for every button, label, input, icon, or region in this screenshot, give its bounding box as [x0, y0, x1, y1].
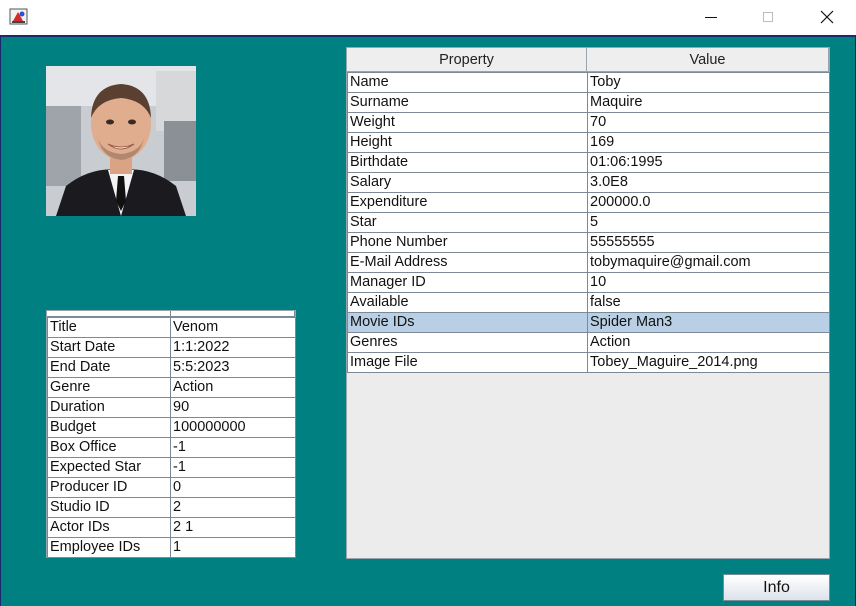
row-value-cell[interactable]: Action	[587, 332, 830, 353]
row-value-cell[interactable]: 1	[170, 537, 296, 558]
table-row[interactable]: Name Toby	[347, 72, 830, 93]
table-row[interactable]: Star 5	[347, 212, 830, 233]
table-row[interactable]: Employee IDs 1	[47, 537, 296, 558]
table-row[interactable]: Phone Number 55555555	[347, 232, 830, 253]
row-value-cell[interactable]: 100000000	[170, 417, 296, 438]
column-header-property[interactable]: Property	[347, 48, 587, 72]
table-row[interactable]: Birthdate 01:06:1995	[347, 152, 830, 173]
row-value-cell[interactable]: false	[587, 292, 830, 313]
table-row[interactable]: Start Date 1:1:2022	[47, 337, 296, 358]
row-key-cell[interactable]: Actor IDs	[47, 517, 171, 538]
movie-table-grid: Title Venom Start Date 1:1:2022 End Date 5:5:…	[47, 317, 296, 558]
row-key-cell[interactable]: Producer ID	[47, 477, 171, 498]
row-key-cell[interactable]: Surname	[347, 92, 588, 113]
row-value-cell[interactable]: Toby	[587, 72, 830, 93]
row-key-cell[interactable]: Name	[347, 72, 588, 93]
row-value-cell[interactable]: 70	[587, 112, 830, 133]
actor-photo	[46, 66, 196, 216]
table-row[interactable]: Surname Maquire	[347, 92, 830, 113]
table-row[interactable]: Manager ID 10	[347, 272, 830, 293]
person-table[interactable]: Property Value Name Toby Surname Maquire Wei…	[346, 47, 830, 559]
row-key-cell[interactable]: Genres	[347, 332, 588, 353]
row-value-cell[interactable]: 2 1	[170, 517, 296, 538]
row-value-cell[interactable]: 0	[170, 477, 296, 498]
table-row[interactable]: Genres Action	[347, 332, 830, 353]
table-row[interactable]: End Date 5:5:2023	[47, 357, 296, 378]
row-key-cell[interactable]: Available	[347, 292, 588, 313]
row-key-cell[interactable]: Manager ID	[347, 272, 588, 293]
row-value-cell[interactable]: 1:1:2022	[170, 337, 296, 358]
table-row[interactable]: E-Mail Address tobymaquire@gmail.com	[347, 252, 830, 273]
row-value-cell[interactable]: Venom	[170, 317, 296, 338]
row-key-cell[interactable]: Genre	[47, 377, 171, 398]
row-value-cell[interactable]: 200000.0	[587, 192, 830, 213]
person-table-grid: Name Toby Surname Maquire Weight 70 Height 169 B…	[347, 72, 830, 373]
row-key-cell[interactable]: Studio ID	[47, 497, 171, 518]
row-value-cell[interactable]: -1	[170, 457, 296, 478]
row-key-cell[interactable]: End Date	[47, 357, 171, 378]
row-key-cell[interactable]: Star	[347, 212, 588, 233]
row-value-cell[interactable]: 10	[587, 272, 830, 293]
info-button[interactable]: Info	[723, 574, 830, 601]
row-key-cell[interactable]: Weight	[347, 112, 588, 133]
row-key-cell[interactable]: E-Mail Address	[347, 252, 588, 273]
table-row[interactable]: Producer ID 0	[47, 477, 296, 498]
close-icon	[820, 10, 834, 24]
row-value-cell[interactable]: 3.0E8	[587, 172, 830, 193]
row-value-cell[interactable]: Spider Man3	[587, 312, 830, 333]
java-app-icon	[9, 7, 29, 27]
movie-table[interactable]: Title Venom Start Date 1:1:2022 End Date 5:5:…	[46, 310, 296, 558]
minimize-button[interactable]	[688, 0, 734, 34]
minimize-icon	[705, 16, 717, 18]
row-value-cell[interactable]: -1	[170, 437, 296, 458]
table-row[interactable]: Salary 3.0E8	[347, 172, 830, 193]
row-key-cell[interactable]: Phone Number	[347, 232, 588, 253]
row-key-cell[interactable]: Salary	[347, 172, 588, 193]
row-key-cell[interactable]: Height	[347, 132, 588, 153]
person-table-header: Property Value	[347, 48, 829, 72]
table-row[interactable]: Studio ID 2	[47, 497, 296, 518]
row-value-cell[interactable]: 2	[170, 497, 296, 518]
row-key-cell[interactable]: Expected Star	[47, 457, 171, 478]
maximize-icon	[763, 12, 773, 22]
maximize-button[interactable]	[745, 0, 791, 34]
row-value-cell[interactable]: Maquire	[587, 92, 830, 113]
title-bar	[0, 0, 856, 34]
table-row[interactable]: Available false	[347, 292, 830, 313]
column-header-value[interactable]: Value	[587, 48, 829, 72]
table-row[interactable]: Weight 70	[347, 112, 830, 133]
row-value-cell[interactable]: 169	[587, 132, 830, 153]
row-value-cell[interactable]: 90	[170, 397, 296, 418]
row-value-cell[interactable]: Action	[170, 377, 296, 398]
row-key-cell[interactable]: Movie IDs	[347, 312, 588, 333]
table-row[interactable]: Actor IDs 2 1	[47, 517, 296, 538]
close-button[interactable]	[804, 0, 850, 34]
row-value-cell[interactable]: 01:06:1995	[587, 152, 830, 173]
table-row[interactable]: Movie IDs Spider Man3	[347, 312, 830, 333]
table-row[interactable]: Box Office -1	[47, 437, 296, 458]
row-key-cell[interactable]: Title	[47, 317, 171, 338]
row-value-cell[interactable]: 5:5:2023	[170, 357, 296, 378]
row-key-cell[interactable]: Expenditure	[347, 192, 588, 213]
row-key-cell[interactable]: Budget	[47, 417, 171, 438]
row-key-cell[interactable]: Birthdate	[347, 152, 588, 173]
row-key-cell[interactable]: Employee IDs	[47, 537, 171, 558]
row-key-cell[interactable]: Image File	[347, 352, 588, 373]
table-row[interactable]: Expected Star -1	[47, 457, 296, 478]
table-row[interactable]: Duration 90	[47, 397, 296, 418]
row-value-cell[interactable]: Tobey_Maguire_2014.png	[587, 352, 830, 373]
row-key-cell[interactable]: Duration	[47, 397, 171, 418]
row-value-cell[interactable]: 5	[587, 212, 830, 233]
table-row[interactable]: Height 169	[347, 132, 830, 153]
table-row[interactable]: Genre Action	[47, 377, 296, 398]
table-row[interactable]: Expenditure 200000.0	[347, 192, 830, 213]
row-key-cell[interactable]: Box Office	[47, 437, 171, 458]
table-row[interactable]: Image File Tobey_Maguire_2014.png	[347, 352, 830, 373]
row-key-cell[interactable]: Start Date	[47, 337, 171, 358]
row-value-cell[interactable]: 55555555	[587, 232, 830, 253]
table-row[interactable]: Budget 100000000	[47, 417, 296, 438]
row-value-cell[interactable]: tobymaquire@gmail.com	[587, 252, 830, 273]
table-row[interactable]: Title Venom	[47, 317, 296, 338]
